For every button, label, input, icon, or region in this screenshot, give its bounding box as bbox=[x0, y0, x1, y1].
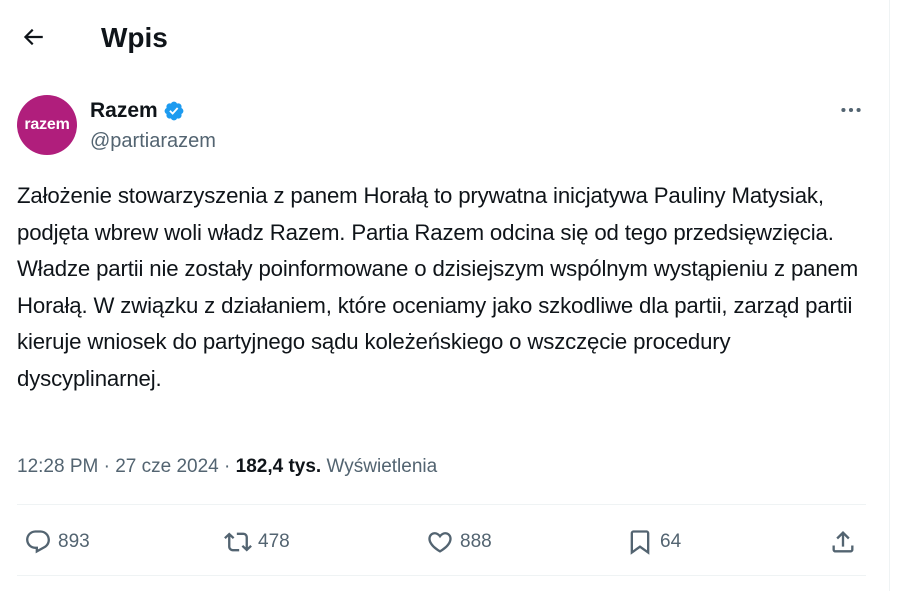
arrow-left-icon bbox=[23, 28, 43, 46]
avatar[interactable]: razem bbox=[17, 95, 77, 155]
tweet-time[interactable]: 12:28 PM bbox=[17, 456, 98, 477]
share-button[interactable] bbox=[829, 525, 857, 559]
divider bbox=[17, 504, 866, 505]
bookmark-count: 64 bbox=[660, 531, 682, 552]
views-label: Wyświetlenia bbox=[326, 456, 438, 477]
meta-separator: · bbox=[98, 456, 116, 477]
more-options-button[interactable] bbox=[829, 94, 873, 126]
meta-separator: · bbox=[218, 456, 236, 477]
repost-icon bbox=[224, 532, 252, 552]
verified-badge-icon[interactable] bbox=[163, 100, 185, 122]
repost-button[interactable]: 478 bbox=[224, 525, 290, 559]
page-title: Wpis bbox=[101, 22, 168, 53]
avatar-logo-text: razem bbox=[24, 116, 70, 133]
heart-icon bbox=[428, 532, 452, 553]
tweet-text: Założenie stowarzyszenia z panem Horałą … bbox=[17, 183, 859, 391]
author-name[interactable]: Razem bbox=[90, 98, 158, 124]
author-handle[interactable]: @partiarazem bbox=[90, 128, 216, 154]
like-button[interactable]: 888 bbox=[426, 525, 492, 559]
tweet-meta: 12:28 PM · 27 cze 2024 · 182,4 tys. Wyśw… bbox=[17, 454, 437, 480]
back-button[interactable] bbox=[14, 18, 52, 56]
more-dots-icon bbox=[841, 107, 861, 113]
tweet-date[interactable]: 27 cze 2024 bbox=[115, 456, 219, 477]
views-count: 182,4 tys. bbox=[235, 456, 322, 477]
column-border bbox=[889, 0, 890, 591]
bookmark-button[interactable]: 64 bbox=[626, 525, 681, 559]
reply-icon bbox=[26, 530, 50, 554]
page-header: Wpis bbox=[0, 0, 889, 76]
reply-count: 893 bbox=[58, 531, 90, 552]
reply-button[interactable]: 893 bbox=[24, 525, 90, 559]
author-name-row: Razem bbox=[90, 98, 185, 124]
share-upload-icon bbox=[832, 531, 854, 553]
like-count: 888 bbox=[460, 531, 492, 552]
divider bbox=[17, 575, 866, 576]
repost-count: 478 bbox=[258, 531, 290, 552]
bookmark-icon bbox=[630, 530, 650, 555]
